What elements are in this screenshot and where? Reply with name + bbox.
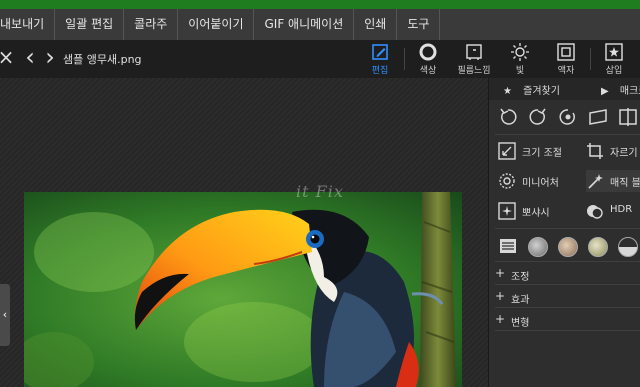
crop-label: 자르기: [610, 148, 638, 159]
tool-frame-label: 액자: [557, 66, 575, 76]
frame-icon: [557, 43, 575, 61]
panel-tabs: ★ 즐겨찾기 ▶ 매크로: [489, 78, 640, 100]
menu-stitch[interactable]: 이어붙이기: [178, 9, 255, 40]
rotate-right-icon[interactable]: [527, 106, 549, 128]
sparkle-icon: [498, 202, 516, 220]
preset-warm[interactable]: [558, 237, 578, 257]
resize-label: 크기 조절: [522, 148, 562, 159]
divider: [495, 261, 640, 262]
title-bar: [0, 0, 640, 9]
plus-icon: +: [495, 312, 506, 326]
magic-blur-button[interactable]: 매직 블러: [586, 170, 640, 192]
magic-wand-icon: [588, 174, 603, 189]
menu-print[interactable]: 인쇄: [354, 9, 398, 40]
light-icon: [511, 43, 529, 61]
film-icon: [466, 44, 482, 60]
preset-contrast[interactable]: [618, 237, 638, 257]
accordion-transform-label: 변형: [511, 318, 530, 329]
tool-color[interactable]: 색상: [405, 42, 451, 76]
menu-gif-animation[interactable]: GIF 애니메이션: [254, 9, 355, 40]
soft-glow-button[interactable]: 뽀샤시: [498, 200, 578, 222]
star-icon: ★: [503, 86, 512, 97]
menu-export[interactable]: 내보내기: [0, 9, 56, 40]
soft-glow-label: 뽀샤시: [522, 208, 550, 219]
divider: [495, 284, 640, 285]
tool-light[interactable]: 빛: [497, 42, 543, 76]
miniature-label: 미니어처: [522, 178, 559, 189]
rotate-free-icon[interactable]: [557, 106, 579, 128]
tool-edit[interactable]: 편집: [357, 42, 403, 76]
list-icon[interactable]: [499, 237, 517, 255]
tool-insert-label: 삽입: [605, 66, 623, 76]
tool-edit-label: 편집: [371, 66, 389, 76]
prev-image-button[interactable]: ‹: [20, 45, 40, 69]
color-icon: [419, 43, 437, 61]
accordion-effects[interactable]: + 효과: [489, 287, 640, 307]
magic-blur-label: 매직 블러: [610, 178, 640, 189]
file-name: 샘플 앵무새.png: [63, 53, 142, 66]
left-panel-toggle[interactable]: ‹: [0, 284, 10, 346]
straighten-icon[interactable]: [587, 106, 609, 128]
rotate-left-icon[interactable]: [497, 106, 519, 128]
hdr-label: HDR: [610, 204, 633, 215]
tool-insert[interactable]: 삽입: [591, 42, 637, 76]
tab-macro-label: 매크로: [619, 86, 640, 97]
tool-color-label: 색상: [419, 66, 437, 76]
tab-favorites[interactable]: ★ 즐겨찾기: [503, 82, 560, 97]
accordion-transform[interactable]: + 변형: [489, 310, 640, 330]
crop-icon: [587, 143, 603, 159]
accordion-adjust-label: 조정: [511, 272, 530, 283]
tab-macro[interactable]: ▶ 매크로: [601, 82, 640, 97]
divider: [495, 330, 640, 331]
hdr-button[interactable]: HDR: [586, 200, 640, 222]
crop-button[interactable]: 자르기: [586, 140, 640, 162]
menu-batch-edit[interactable]: 일괄 편집: [55, 9, 125, 40]
next-image-button[interactable]: ›: [40, 45, 60, 69]
menu-tools[interactable]: 도구: [397, 9, 441, 40]
flip-icon[interactable]: [617, 106, 639, 128]
preset-row: [497, 235, 640, 257]
tool-film[interactable]: 필름느낌: [451, 42, 497, 76]
divider: [495, 228, 640, 229]
preset-gray[interactable]: [528, 237, 548, 257]
resize-icon: [498, 142, 516, 160]
tab-favorites-label: 즐겨찾기: [523, 86, 560, 97]
divider: [495, 307, 640, 308]
hdr-icon: [587, 205, 603, 219]
tool-frame[interactable]: 액자: [543, 42, 589, 76]
divider: [495, 134, 640, 135]
plus-icon: +: [495, 289, 506, 303]
insert-icon: [605, 43, 623, 61]
menu-collage[interactable]: 콜라주: [124, 9, 179, 40]
plus-icon: +: [495, 266, 506, 280]
watermark: it Fix: [296, 182, 344, 201]
right-panel: ★ 즐겨찾기 ▶ 매크로 크기 조절 자르기 미니어처 매직 블러 뽀샤시: [488, 78, 640, 387]
menu-bar: 내보내기 일괄 편집 콜라주 이어붙이기 GIF 애니메이션 인쇄 도구: [0, 9, 640, 41]
miniature-button[interactable]: 미니어처: [498, 170, 578, 192]
tool-film-label: 필름느낌: [457, 66, 491, 76]
accordion-adjust[interactable]: + 조정: [489, 264, 640, 284]
miniature-icon: [499, 173, 515, 189]
resize-button[interactable]: 크기 조절: [498, 140, 578, 162]
tool-light-label: 빛: [515, 66, 525, 76]
edit-icon: [372, 44, 388, 60]
toolbar: × ‹ › 샘플 앵무새.png 편집 색상 필름느낌 빛 액자 삽입: [0, 40, 640, 78]
play-icon: ▶: [601, 86, 609, 97]
rotate-toolbar: [489, 102, 640, 132]
preset-yellow[interactable]: [588, 237, 608, 257]
close-icon[interactable]: ×: [0, 46, 16, 68]
accordion-effects-label: 효과: [511, 295, 530, 306]
toucan-photo: [24, 192, 462, 387]
